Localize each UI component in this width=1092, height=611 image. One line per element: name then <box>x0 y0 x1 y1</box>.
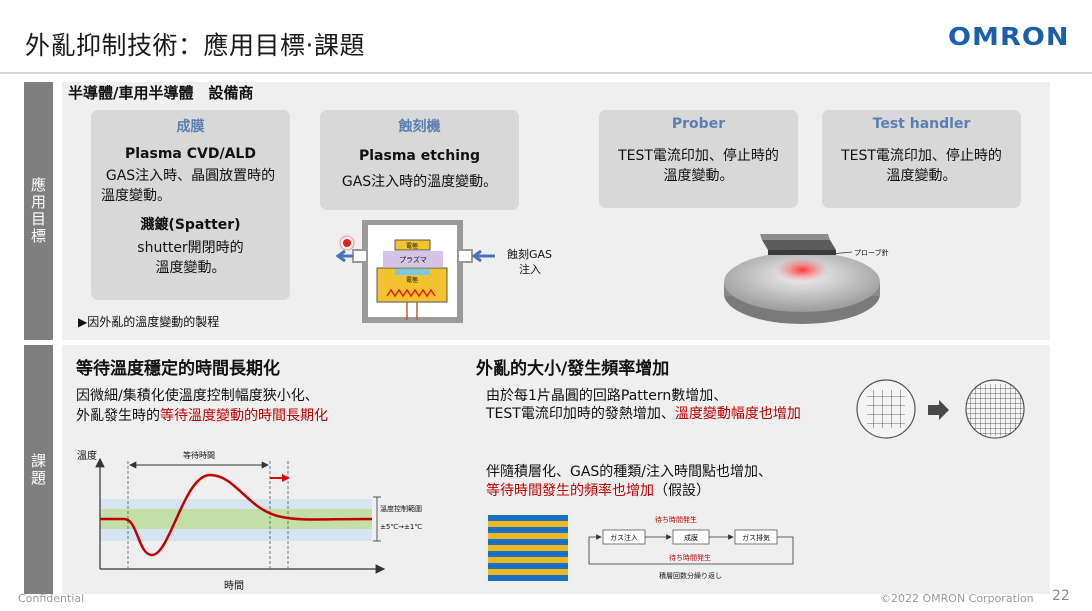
omron-logo: OMRON <box>948 22 1070 51</box>
right-issue-line2-b: 溫度變動幅度也增加 <box>674 406 801 422</box>
bottom-electrode-label: 電極 <box>406 276 418 284</box>
flow-step1-label: ガス注入 <box>610 533 638 542</box>
flow-step2-label: 成膜 <box>684 533 698 542</box>
wait-time-label: 等待時間 <box>183 450 215 460</box>
red-dot-icon <box>343 239 351 247</box>
wafer-pattern-comparison <box>856 379 1025 439</box>
range-values-label: ±5℃→±1℃ <box>380 523 422 531</box>
deposition-line2: 溫度變動。 <box>101 188 171 204</box>
etching-box: 蝕刻機 Plasma etching GAS注入時的溫度變動。 <box>320 110 519 210</box>
deposition-title: 成膜 <box>176 119 205 135</box>
handler-line1: TEST電流印加、停止時的 <box>841 148 1002 164</box>
etching-title: 蝕刻機 <box>398 119 441 135</box>
extra-wait-arrow-icon <box>282 474 290 482</box>
prober-title: Prober <box>671 116 726 132</box>
range-label: 溫度控制範圍 <box>380 504 422 513</box>
y-axis-label: 溫度 <box>77 449 97 462</box>
right-issue-title: 外亂的大小/發生頻率增加 <box>476 359 670 379</box>
right-arrow-icon <box>928 400 949 420</box>
left-issue-line2-b: 等待溫度變動的時間長期化 <box>160 408 328 424</box>
gas-inflow-arrow-icon <box>471 249 495 263</box>
top-electrode-label: 電極 <box>406 242 418 250</box>
handler-title: Test handler <box>872 116 971 132</box>
left-issue-line2: 外亂發生時的等待溫度變動的時間長期化 <box>76 406 328 426</box>
prober-wafer-illustration: プローブ針 <box>724 234 889 324</box>
right-issue-line4-b: （假設） <box>654 483 710 499</box>
right-issue-line3: 伴隨積層化、GAS的種類/注入時間點也增加、 <box>486 464 773 480</box>
left-issue-line2-a: 外亂發生時的 <box>76 408 160 424</box>
deposition-line3: shutter開閉時的 <box>137 240 244 256</box>
prober-line1: TEST電流印加、停止時的 <box>618 148 779 164</box>
application-heading: 半導體/車用半導體 設備商 <box>68 84 254 102</box>
outflow-arrow-icon <box>335 249 353 263</box>
plasma-label: プラズマ <box>399 255 427 264</box>
deposition-sub1: Plasma CVD/ALD <box>125 146 256 162</box>
left-issue-title: 等待溫度穩定的時間長期化 <box>76 359 280 379</box>
deposition-line4: 溫度變動。 <box>155 260 226 276</box>
page-number: 22 <box>1052 588 1070 604</box>
side-tab-issue: 課題 <box>24 345 53 594</box>
footer-confidential: Confidential <box>18 592 85 605</box>
right-issue-line1: 由於每1片晶圓的回路Pattern數增加、 <box>486 388 728 404</box>
deposition-box: 成膜 Plasma CVD/ALD GAS注入時、晶圓放置時的 溫度變動。 濺鍍… <box>91 110 290 300</box>
slide-title: 外亂抑制技術：應用目標‧課題 <box>25 31 365 60</box>
flow-wait-bottom: 待ち時間発生 <box>669 553 711 562</box>
footer-copyright: ©2022 OMRON Corporation <box>880 592 1034 605</box>
right-issue-line2: TEST電流印加時的發熱增加、溫度變動幅度也增加 <box>486 404 801 424</box>
etching-line1: GAS注入時的溫度變動。 <box>341 174 498 190</box>
deposition-line1: GAS注入時、晶圓放置時的 <box>105 168 276 184</box>
heat-spot <box>776 258 828 282</box>
probe-card <box>762 240 836 250</box>
process-note: ▶因外亂的溫度變動的製程 <box>78 315 220 329</box>
probe-label: プローブ針 <box>854 248 889 257</box>
right-issue-line2-a: TEST電流印加時的發熱增加、 <box>486 406 675 422</box>
right-issue-line4-a: 等待時間發生的頻率也增加 <box>486 483 654 499</box>
left-issue-line1: 因微細/集積化使溫度控制幅度狹小化、 <box>76 388 319 404</box>
flow-repeat-label: 積層回数分繰り返し <box>659 571 722 580</box>
prober-box: Prober TEST電流印加、停止時的 溫度變動。 <box>599 110 798 208</box>
handler-box: Test handler TEST電流印加、停止時的 溫度變動。 <box>822 110 1021 208</box>
right-issue-line4: 等待時間發生的頻率也增加（假設） <box>486 481 710 501</box>
gas-label: 蝕刻GAS <box>507 247 552 261</box>
x-axis-label: 時間 <box>224 580 244 592</box>
etching-chamber-illustration: 電極 プラズマ 電極 蝕刻GAS 注入 <box>335 220 552 323</box>
layer-stack-illustration <box>488 515 568 581</box>
etching-sub1: Plasma etching <box>359 148 480 164</box>
inject-label: 注入 <box>519 262 541 276</box>
prober-line2: 溫度變動。 <box>663 168 734 184</box>
temperature-wait-chart: 溫度 時間 等待時間 溫度控制範圍 ±5℃→±1℃ <box>77 449 422 592</box>
flow-wait-top: 待ち時間発生 <box>655 515 697 524</box>
flow-step3-label: ガス排気 <box>742 533 770 542</box>
handler-line2: 溫度變動。 <box>886 168 957 184</box>
side-tab-application: 應用目標 <box>24 82 53 340</box>
process-flow-diagram: 待ち時間発生 ガス注入 成膜 ガス排気 待ち時間発生 積層回数分繰り返し <box>588 515 794 580</box>
deposition-sub2: 濺鍍(Spatter) <box>140 217 241 233</box>
title-divider <box>0 72 1092 74</box>
